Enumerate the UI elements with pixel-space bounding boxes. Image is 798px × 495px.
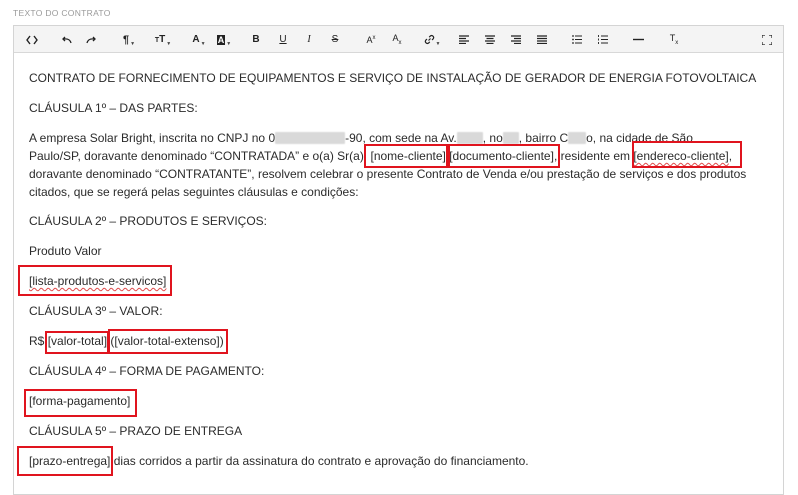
parties-line-4: citados, que se regerá pelas seguintes c…	[29, 185, 359, 199]
ordered-list-icon	[598, 35, 608, 44]
font-size-button[interactable]: TT ▼	[152, 30, 174, 49]
delivery-line: [prazo-entrega] dias corridos a partir d…	[29, 454, 529, 468]
text-color-icon: A	[192, 34, 200, 45]
placeholder-forma-pagamento[interactable]: [forma-pagamento]	[29, 392, 130, 410]
redacted-street	[456, 132, 483, 144]
placeholder-valor-total[interactable]: [valor-total]	[48, 334, 107, 348]
clear-format-button[interactable]: Tx	[667, 30, 681, 49]
align-right-button[interactable]	[509, 30, 523, 49]
parties-line-2: Paulo/SP, doravante denominado “CONTRATA…	[29, 149, 733, 163]
font-size-icon: TT	[154, 34, 166, 45]
contract-title: CONTRATO DE FORNECIMENTO DE EQUIPAMENTOS…	[29, 71, 757, 85]
fullscreen-icon	[762, 34, 772, 45]
bold-button[interactable]: B	[249, 30, 263, 49]
fullscreen-button[interactable]	[760, 30, 774, 49]
strikethrough-icon: S	[331, 34, 339, 45]
placeholder-documento-cliente[interactable]: [documento-cliente]	[449, 149, 554, 163]
underline-icon: U	[279, 34, 287, 45]
source-code-button[interactable]	[24, 30, 40, 49]
rich-text-editor[interactable]: ¶ ▼ TT ▼ A ▼ A ▼ B U I S Ax Ax ▼ Tx CONT…	[13, 25, 784, 495]
align-center-button[interactable]	[483, 30, 497, 49]
align-justify-button[interactable]	[535, 30, 549, 49]
clause-1-heading: CLÁUSULA 1º – DAS PARTES:	[29, 101, 198, 115]
strikethrough-button[interactable]: S	[328, 30, 342, 49]
products-header: Produto Valor	[29, 244, 102, 258]
align-justify-icon	[537, 35, 547, 44]
italic-icon: I	[307, 34, 311, 45]
unordered-list-button[interactable]	[570, 30, 584, 49]
undo-icon	[61, 36, 72, 43]
superscript-icon: Ax	[366, 34, 376, 45]
field-label: TEXTO DO CONTRATO	[13, 8, 111, 18]
subscript-button[interactable]: Ax	[390, 30, 404, 49]
placeholder-prazo-entrega[interactable]: [prazo-entrega]	[29, 454, 110, 468]
placeholder-nome-cliente[interactable]: [nome-cliente]	[371, 149, 446, 163]
align-right-icon	[511, 35, 521, 44]
redacted-number	[502, 132, 519, 144]
unordered-list-icon	[572, 35, 582, 44]
paragraph-icon: ¶	[122, 33, 130, 46]
superscript-button[interactable]: Ax	[364, 30, 378, 49]
align-center-icon	[485, 35, 495, 44]
link-button[interactable]: ▼	[422, 30, 442, 49]
italic-button[interactable]: I	[302, 30, 316, 49]
editor-toolbar: ¶ ▼ TT ▼ A ▼ A ▼ B U I S Ax Ax ▼ Tx	[14, 26, 783, 53]
clear-format-icon: Tx	[669, 33, 679, 46]
bold-icon: B	[252, 34, 260, 45]
value-line: R$ [valor-total] ([valor-total-extenso])	[29, 334, 224, 348]
paragraph-format-button[interactable]: ¶ ▼	[120, 30, 138, 49]
parties-line-1: A empresa Solar Bright, inscrita no CNPJ…	[29, 131, 693, 145]
redo-icon	[85, 36, 96, 43]
redacted-cnpj	[275, 132, 346, 144]
background-color-button[interactable]: A ▼	[215, 30, 233, 49]
link-icon	[424, 35, 434, 44]
align-left-button[interactable]	[457, 30, 471, 49]
redo-button[interactable]	[84, 30, 98, 49]
subscript-icon: Ax	[392, 33, 402, 46]
parties-line-3: doravante denominado “CONTRATANTE”, reso…	[29, 167, 747, 181]
align-left-icon	[459, 35, 469, 44]
clause-3-heading: CLÁUSULA 3º – VALOR:	[29, 304, 163, 318]
placeholder-endereco-cliente[interactable]: [endereco-cliente]	[633, 149, 728, 163]
undo-button[interactable]	[59, 30, 73, 49]
parties-paragraph: A empresa Solar Bright, inscrita no CNPJ…	[29, 129, 757, 201]
clause-2-heading: CLÁUSULA 2º – PRODUTOS E SERVIÇOS:	[29, 214, 268, 228]
ordered-list-button[interactable]	[596, 30, 610, 49]
code-icon	[26, 35, 38, 44]
placeholder-lista-produtos[interactable]: [lista-produtos-e-servicos]	[29, 272, 166, 290]
horizontal-line-icon	[632, 38, 644, 41]
clause-5-heading: CLÁUSULA 5º – PRAZO DE ENTREGA	[29, 424, 243, 438]
text-color-button[interactable]: A ▼	[190, 30, 208, 49]
clause-4-heading: CLÁUSULA 4º – FORMA DE PAGAMENTO:	[29, 364, 265, 378]
placeholder-valor-extenso[interactable]: ([valor-total-extenso])	[110, 334, 223, 348]
underline-button[interactable]: U	[276, 30, 290, 49]
redacted-neighborhood	[568, 132, 587, 144]
background-color-icon: A	[216, 34, 226, 45]
horizontal-line-button[interactable]	[631, 30, 645, 49]
